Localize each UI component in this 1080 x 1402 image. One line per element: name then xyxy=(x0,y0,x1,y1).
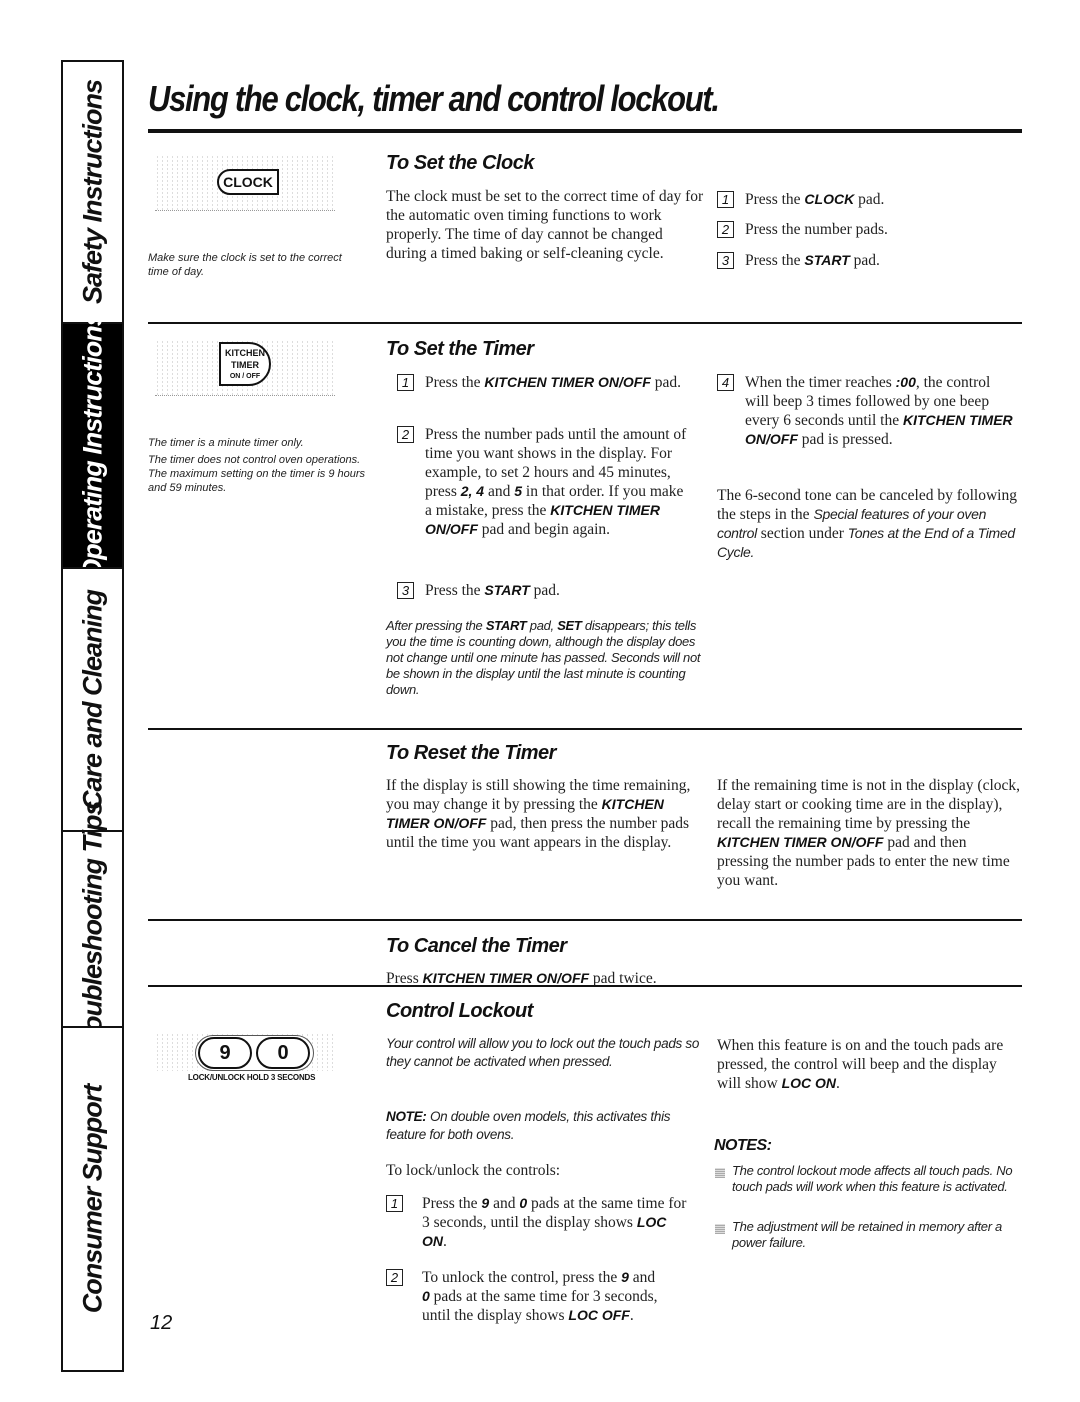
set-clock-heading: To Set the Clock xyxy=(386,152,534,174)
timer-pad-illustration: KITCHEN TIMER ON / OFF xyxy=(155,340,335,396)
lockout-heading: Control Lockout xyxy=(386,1000,533,1022)
tab-label: Care and Cleaning xyxy=(77,589,107,810)
reset-timer-right: If the remaining time is not in the disp… xyxy=(717,777,1021,889)
lockout-pad-caption: LOCK/UNLOCK HOLD 3 SECONDS xyxy=(188,1073,316,1082)
set-timer-heading: To Set the Timer xyxy=(386,338,534,360)
page-title: Using the clock, timer and control locko… xyxy=(148,78,720,119)
tab-label: Troubleshooting Tips xyxy=(77,801,107,1057)
timer-caption-1: The timer is a minute timer only. xyxy=(148,437,304,449)
reset-timer-left: If the display is still showing the time… xyxy=(386,777,691,851)
bullet-icon xyxy=(715,1224,725,1234)
tab-operating-instructions[interactable]: Operating Instructions xyxy=(61,312,124,579)
step-number: 1 xyxy=(397,374,414,391)
tab-safety-instructions[interactable]: Safety Instructions xyxy=(61,60,124,324)
note-item: The adjustment will be retained in memor… xyxy=(732,1219,1002,1250)
clock-caption: Make sure the clock is set to the correc… xyxy=(148,252,342,278)
pad-9-icon: 9 xyxy=(198,1037,252,1069)
clock-pad-icon: CLOCK xyxy=(217,169,279,195)
section-rule xyxy=(148,919,1022,921)
tab-label: Operating Instructions xyxy=(77,311,107,580)
lockout-lead: To lock/unlock the controls: xyxy=(386,1162,561,1179)
tab-label: Consumer Support xyxy=(77,1084,107,1314)
lockout-note: NOTE: On double oven models, this activa… xyxy=(386,1109,671,1142)
tone-cancel-text: The 6-second tone can be canceled by fol… xyxy=(717,487,1017,560)
bullet-icon xyxy=(715,1168,725,1178)
step-number: 3 xyxy=(397,582,414,599)
clock-pad-illustration: CLOCK xyxy=(155,155,335,211)
tab-care-and-cleaning[interactable]: Care and Cleaning xyxy=(61,567,124,832)
title-rule xyxy=(148,129,1022,133)
set-clock-body: The clock must be set to the correct tim… xyxy=(386,188,704,262)
side-tabs: Safety Instructions Operating Instructio… xyxy=(61,60,124,1372)
timer-note: After pressing the START pad, SET disapp… xyxy=(386,618,701,697)
step-number: 2 xyxy=(386,1269,403,1286)
notes-heading: NOTES: xyxy=(714,1137,772,1154)
tab-label: Safety Instructions xyxy=(77,79,107,305)
step-number: 2 xyxy=(397,426,414,443)
note-item: The control lockout mode affects all tou… xyxy=(732,1163,1013,1194)
lockout-right-text: When this feature is on and the touch pa… xyxy=(717,1037,1004,1092)
cancel-timer-heading: To Cancel the Timer xyxy=(386,935,567,957)
step-number: 3 xyxy=(717,252,734,269)
tab-consumer-support[interactable]: Consumer Support xyxy=(61,1026,124,1372)
lockout-intro: Your control will allow you to lock out … xyxy=(386,1036,700,1069)
step-number: 1 xyxy=(717,191,734,208)
tab-troubleshooting-tips[interactable]: Troubleshooting Tips xyxy=(61,802,124,1057)
kitchen-timer-pad-icon: KITCHEN TIMER ON / OFF xyxy=(219,342,271,386)
section-rule xyxy=(148,322,1022,324)
step-number: 2 xyxy=(717,221,734,238)
page-number: 12 xyxy=(150,1312,173,1334)
timer-caption-2: The timer does not control oven operatio… xyxy=(148,454,366,494)
lockout-pad-illustration: 9 0 xyxy=(155,1033,335,1071)
section-rule xyxy=(148,985,1022,987)
pad-0-icon: 0 xyxy=(256,1037,310,1069)
step-number: 1 xyxy=(386,1195,403,1212)
step-number: 4 xyxy=(717,374,734,391)
reset-timer-heading: To Reset the Timer xyxy=(386,742,556,764)
section-rule xyxy=(148,728,1022,730)
